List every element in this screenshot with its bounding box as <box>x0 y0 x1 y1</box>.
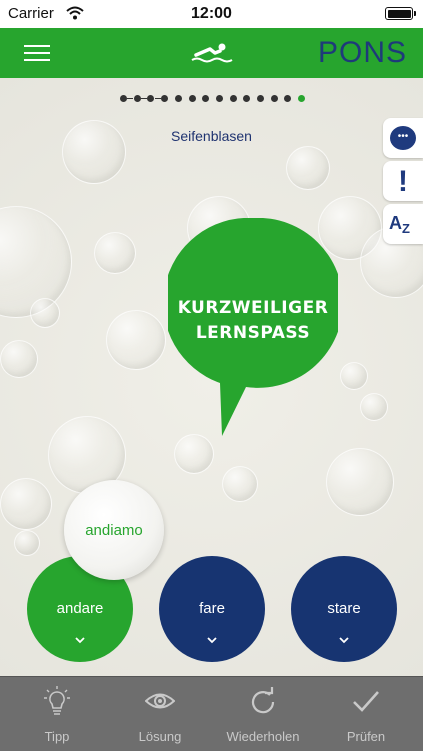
az-sort-icon: AZ <box>389 213 410 236</box>
background-bubble <box>106 310 166 370</box>
bottom-toolbar: Tipp Lösung Wiederholen Prüfen <box>0 676 423 751</box>
background-bubble <box>94 232 136 274</box>
background-bubble <box>0 340 38 378</box>
tipp-button[interactable]: Tipp <box>15 677 99 751</box>
progress-dot <box>202 95 210 102</box>
swimmer-icon <box>191 43 233 63</box>
az-sort-button[interactable]: AZ <box>383 204 423 244</box>
pons-logo: PONS <box>317 36 407 69</box>
progress-dot <box>257 95 264 102</box>
background-bubble <box>0 478 52 530</box>
chevron-down-icon <box>207 637 217 644</box>
nav-bar: PONS <box>0 28 423 78</box>
hamburger-menu-icon[interactable] <box>20 38 54 68</box>
progress-dot <box>161 95 169 102</box>
progress-dot <box>188 95 196 102</box>
progress-dot <box>120 95 127 102</box>
progress-dot <box>133 95 141 102</box>
lightbulb-icon <box>44 686 70 715</box>
hint-exclamation-button[interactable]: ! <box>383 161 423 201</box>
chevron-down-icon <box>339 637 349 644</box>
progress-indicator <box>0 95 423 103</box>
drag-word: andiamo <box>85 522 143 539</box>
answer-fare[interactable]: fare <box>159 556 265 662</box>
chevron-down-icon <box>75 637 85 644</box>
draggable-word-bubble[interactable]: andiamo <box>64 480 164 580</box>
background-bubble <box>222 466 258 502</box>
status-bar: Carrier 12:00 <box>0 0 423 28</box>
progress-dot <box>270 95 278 102</box>
side-tools: ! AZ <box>383 118 423 247</box>
loesung-button[interactable]: Lösung <box>118 677 202 751</box>
progress-dot <box>174 95 182 102</box>
progress-dot <box>243 95 251 102</box>
background-bubble <box>340 362 368 390</box>
wiederholen-button[interactable]: Wiederholen <box>221 677 305 751</box>
progress-dot <box>215 95 223 102</box>
chat-bubble-button[interactable] <box>383 118 423 158</box>
background-bubble <box>174 434 214 474</box>
background-bubble <box>30 298 60 328</box>
progress-dot <box>284 95 292 102</box>
repeat-icon <box>251 687 275 714</box>
battery-icon <box>385 7 416 20</box>
exclamation-icon: ! <box>398 165 408 198</box>
background-bubble <box>326 448 394 516</box>
speech-bubble-text: KURZWEILIGER LERNSPASS <box>177 298 329 343</box>
progress-dot <box>298 95 306 102</box>
pruefen-button[interactable]: Prüfen <box>324 677 408 751</box>
progress-connector <box>127 98 134 99</box>
eye-icon <box>145 693 175 709</box>
chat-bubble-icon <box>390 126 416 150</box>
progress-connector <box>154 98 161 99</box>
progress-dot <box>229 95 237 102</box>
background-bubble <box>360 393 388 421</box>
checkmark-icon <box>353 691 379 712</box>
background-bubble <box>286 146 330 190</box>
progress-dot <box>147 95 155 102</box>
progress-connector <box>140 98 147 99</box>
level-title: Seifenblasen <box>171 128 252 144</box>
background-bubble <box>14 530 40 556</box>
status-time: 12:00 <box>191 5 232 22</box>
answer-stare[interactable]: stare <box>291 556 397 662</box>
